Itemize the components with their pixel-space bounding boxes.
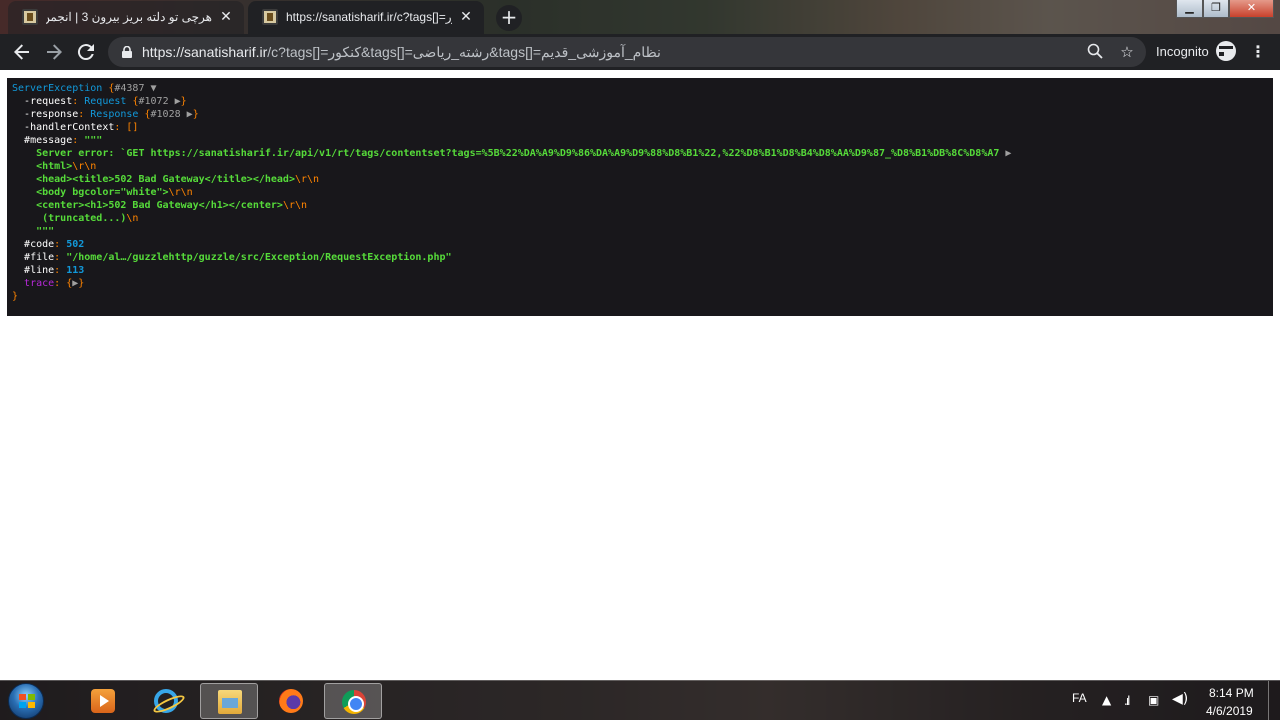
browser-toolbar: https://sanatisharif.ir/c?tags[]=کنکور&t…	[0, 34, 1280, 70]
prop-key: #file	[24, 252, 55, 263]
zoom-search-icon[interactable]	[1086, 43, 1104, 61]
bookmark-star-icon[interactable]: ☆	[1118, 43, 1136, 61]
forward-button[interactable]	[42, 40, 66, 64]
language-indicator[interactable]: FA	[1072, 691, 1087, 705]
tab-title: هرچی تو دلته بریز بیرون 3 | انجمن دانش آ…	[46, 10, 212, 24]
tab-sanatisharif[interactable]: https://sanatisharif.ir/c?tags[]=کنکور ✕	[248, 1, 484, 34]
reload-icon	[77, 44, 94, 61]
dump-line-code: #code: 502	[24, 239, 85, 250]
tab-title: https://sanatisharif.ir/c?tags[]=کنکور	[286, 10, 452, 24]
dump-line-response: -response: Response {#1028 ▶}	[24, 109, 199, 120]
prop-value: 502	[66, 239, 85, 250]
menu-icon[interactable]: ⋮	[1250, 42, 1266, 62]
prop-class: Response	[90, 109, 139, 120]
folder-icon	[218, 690, 242, 714]
tab-anjoman[interactable]: هرچی تو دلته بریز بیرون 3 | انجمن دانش آ…	[8, 1, 244, 34]
dump-line-header: ServerException {#4387 ▼	[12, 83, 157, 94]
dump-line-message-end: """	[36, 226, 55, 237]
close-window-button[interactable]: ✕	[1229, 0, 1274, 18]
dump-line-trace: trace: {▶}	[24, 278, 85, 289]
close-tab-icon[interactable]: ✕	[218, 9, 234, 25]
prop-value: "/home/al…/guzzlehttp/guzzle/src/Excepti…	[66, 252, 452, 263]
dump-line-close: }	[12, 291, 19, 302]
taskbar-media-player[interactable]	[74, 683, 132, 719]
prop-key: #code	[24, 239, 55, 250]
close-tab-icon[interactable]: ✕	[458, 9, 474, 25]
incognito-icon[interactable]	[1216, 41, 1243, 61]
taskbar-chrome[interactable]	[324, 683, 382, 719]
dump-line-handler-context: -handlerContext: []	[24, 122, 139, 133]
exception-id: #4387	[114, 83, 145, 94]
site-favicon-icon	[262, 9, 278, 25]
url-path: /c?tags[]=کنکور&tags[]=رشته_ریاضی&tags[]…	[267, 44, 661, 60]
prop-id: #1028	[150, 109, 181, 120]
show-hidden-icons-icon[interactable]: ▲	[1102, 693, 1111, 707]
dump-line-message-center: <center><h1>502 Bad Gateway</h1></center…	[36, 200, 308, 211]
show-desktop-button[interactable]	[1268, 681, 1280, 720]
exception-dump: ServerException {#4387 ▼ -request: Reque…	[7, 78, 1273, 316]
reload-button[interactable]	[74, 40, 98, 64]
prop-key: -handlerContext	[24, 122, 115, 133]
dump-line-line: #line: 113	[24, 265, 85, 276]
back-button[interactable]	[10, 40, 34, 64]
prop-value: []	[126, 122, 139, 133]
lock-icon	[122, 46, 132, 58]
clock-time[interactable]: 8:14 PM	[1209, 686, 1254, 700]
message-text: Server error: `GET https://sanatisharif.…	[36, 148, 1000, 159]
dump-line-message-html: <html>\r\n	[36, 161, 97, 172]
dump-line-message-body: <body bgcolor="white">\r\n	[36, 187, 193, 198]
prop-key: #message	[24, 135, 73, 146]
maximize-button[interactable]: ❐	[1203, 0, 1229, 18]
collapse-toggle-icon[interactable]: ▼	[151, 83, 157, 94]
new-tab-button[interactable]: +	[496, 5, 522, 31]
prop-key: #line	[24, 265, 55, 276]
start-button[interactable]	[8, 683, 44, 719]
message-text: <head><title>502 Bad Gateway</title></he…	[36, 174, 295, 185]
arrow-left-icon	[14, 44, 29, 60]
network-signal-icon[interactable]: .ıl	[1124, 694, 1131, 708]
message-text: <center><h1>502 Bad Gateway</h1></center…	[36, 200, 283, 211]
media-player-icon	[91, 689, 115, 713]
expand-toggle-icon[interactable]: ▶	[1005, 148, 1011, 159]
prop-key: trace	[24, 278, 55, 289]
dump-line-file: #file: "/home/al…/guzzlehttp/guzzle/src/…	[24, 252, 452, 263]
prop-id: #1072	[138, 96, 169, 107]
prop-value: 113	[66, 265, 85, 276]
dump-line-message: #message: """	[24, 135, 103, 146]
dump-line-message-head: <head><title>502 Bad Gateway</title></he…	[36, 174, 320, 185]
dump-line-request: -request: Request {#1072 ▶}	[24, 96, 187, 107]
dump-line-message-url: Server error: `GET https://sanatisharif.…	[12, 147, 1268, 160]
prop-key: -response	[24, 109, 79, 120]
taskbar-file-explorer[interactable]	[200, 683, 258, 719]
firefox-icon	[279, 689, 303, 713]
prop-class: Request	[84, 96, 127, 107]
incognito-label: Incognito	[1156, 44, 1209, 59]
volume-icon[interactable]: ◀)	[1172, 692, 1188, 706]
internet-explorer-icon	[154, 689, 178, 713]
power-plug-icon[interactable]: ▣	[1148, 693, 1159, 707]
url-text[interactable]: https://sanatisharif.ir/c?tags[]=کنکور&t…	[142, 44, 661, 61]
message-text: <html>	[36, 161, 73, 172]
exception-class: ServerException	[12, 83, 103, 94]
url-host: https://sanatisharif.ir	[142, 44, 268, 60]
chrome-icon	[342, 690, 366, 714]
prop-key: -request	[24, 96, 73, 107]
dump-line-message-truncated: (truncated...)\n	[36, 213, 139, 224]
site-favicon-icon	[22, 9, 38, 25]
message-text: (truncated...)	[36, 213, 127, 224]
message-text: <body bgcolor="white">	[36, 187, 169, 198]
address-bar[interactable]: https://sanatisharif.ir/c?tags[]=کنکور&t…	[108, 37, 1146, 67]
taskbar-internet-explorer[interactable]	[137, 683, 195, 719]
taskbar-firefox[interactable]	[262, 683, 320, 719]
arrow-right-icon	[47, 44, 62, 60]
clock-date[interactable]: 4/6/2019	[1206, 704, 1253, 718]
minimize-button[interactable]: ▁	[1176, 0, 1203, 18]
